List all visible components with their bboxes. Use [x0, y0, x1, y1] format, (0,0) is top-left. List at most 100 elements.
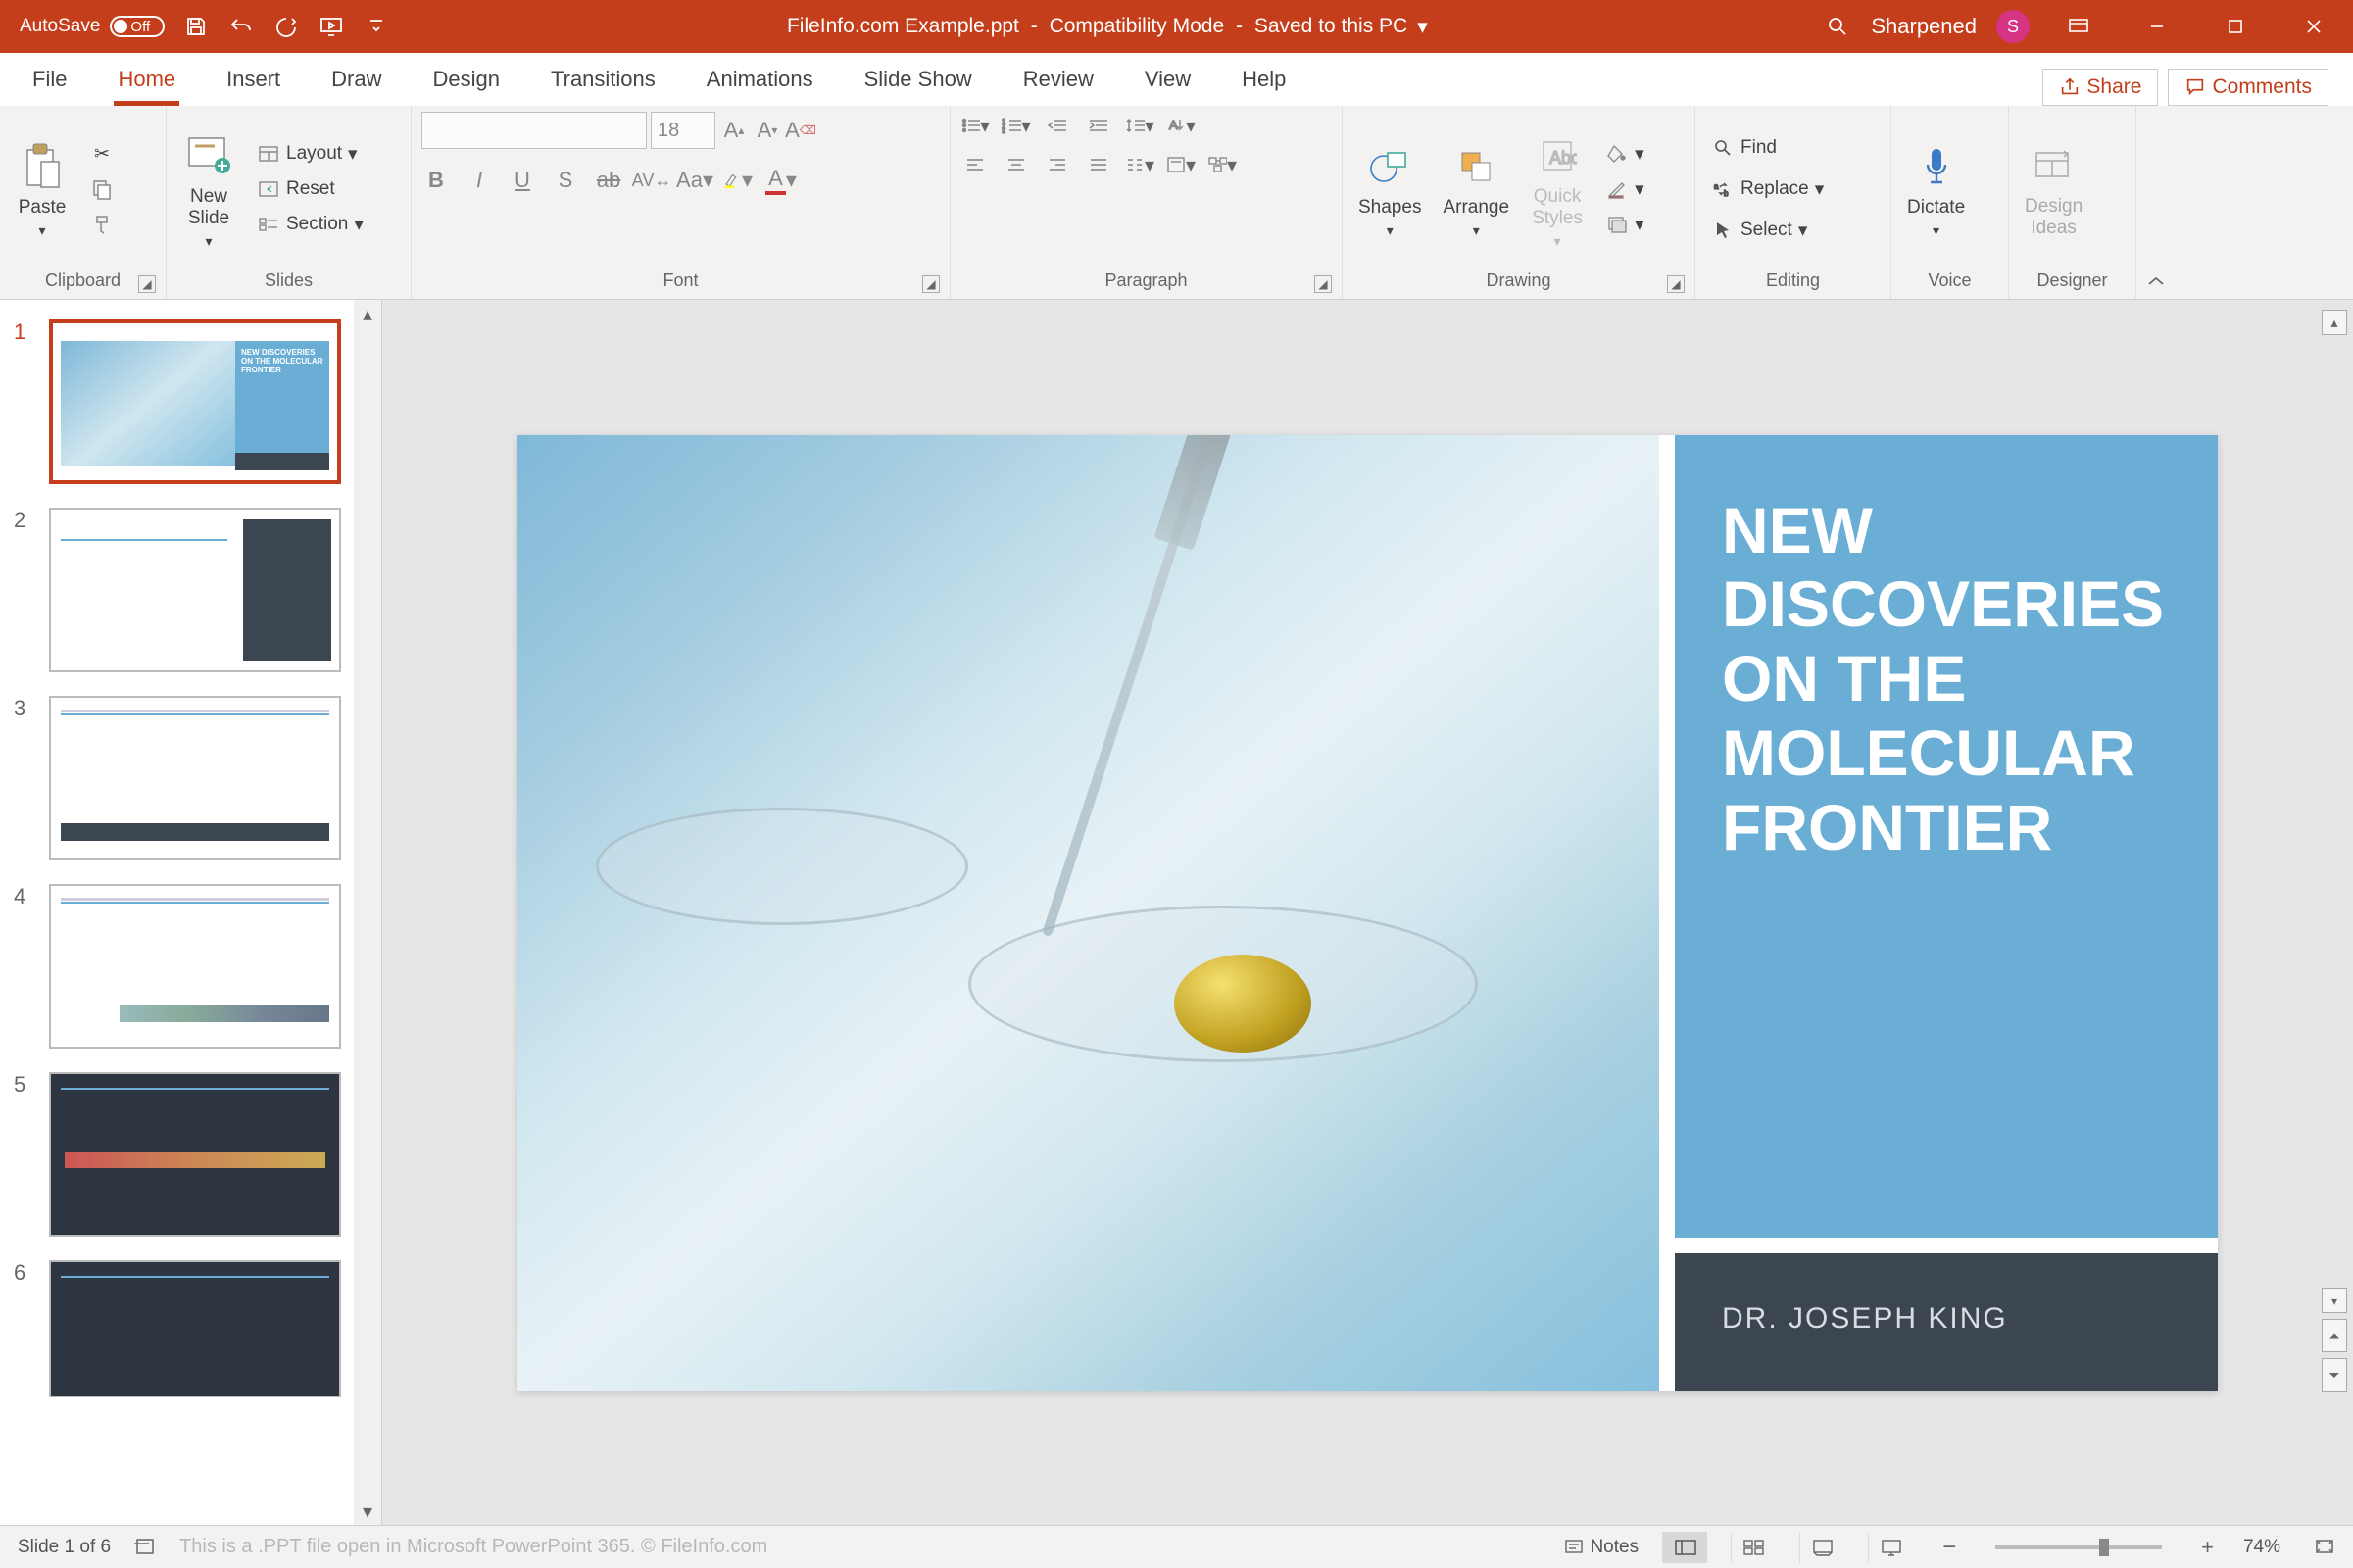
select-button[interactable]: Select ▾: [1705, 215, 1830, 246]
next-slide-icon[interactable]: ⏷: [2322, 1358, 2347, 1392]
user-avatar[interactable]: S: [1996, 10, 2030, 43]
font-launcher[interactable]: ◢: [922, 275, 940, 293]
decrease-font-icon[interactable]: A▾: [753, 117, 782, 144]
search-icon[interactable]: [1824, 13, 1851, 40]
tab-slideshow[interactable]: Slide Show: [857, 55, 980, 106]
zoom-out-button[interactable]: −: [1936, 1534, 1962, 1561]
shape-outline-button[interactable]: ▾: [1599, 173, 1650, 205]
tab-view[interactable]: View: [1137, 55, 1199, 106]
align-text-button[interactable]: ▾: [1166, 151, 1196, 178]
title-dropdown-icon[interactable]: ▾: [1417, 15, 1428, 39]
slide-thumbnail-4[interactable]: [49, 884, 341, 1049]
tab-draw[interactable]: Draw: [323, 55, 389, 106]
replace-button[interactable]: abReplace ▾: [1705, 173, 1830, 205]
columns-button[interactable]: ▾: [1125, 151, 1154, 178]
zoom-level[interactable]: 74%: [2243, 1537, 2280, 1558]
underline-button[interactable]: U: [508, 167, 537, 194]
slideshow-view-icon[interactable]: [1868, 1532, 1913, 1563]
slide-canvas[interactable]: NEW DISCOVERIES ON THE MOLECULAR FRONTIE…: [517, 435, 2218, 1391]
prev-slide-icon[interactable]: ⏶: [2322, 1319, 2347, 1352]
cut-button[interactable]: ✂: [84, 138, 120, 170]
autosave-toggle[interactable]: AutoSave Off: [20, 16, 165, 37]
dictate-button[interactable]: Dictate▾: [1901, 136, 1971, 243]
tab-transitions[interactable]: Transitions: [543, 55, 663, 106]
text-direction-button[interactable]: A▾: [1166, 112, 1196, 139]
slide-sorter-view-icon[interactable]: [1731, 1532, 1776, 1563]
slide-thumbnail-3[interactable]: [49, 696, 341, 860]
qat-customize-icon[interactable]: [363, 13, 390, 40]
thumbnails-scrollbar[interactable]: ▴▾: [354, 300, 381, 1525]
paragraph-launcher[interactable]: ◢: [1314, 275, 1332, 293]
format-painter-button[interactable]: [84, 209, 120, 240]
slide-thumbnail-6[interactable]: [49, 1260, 341, 1397]
scroll-down-icon[interactable]: ▾: [2322, 1288, 2347, 1313]
toggle-switch[interactable]: Off: [110, 16, 165, 37]
ribbon-display-icon[interactable]: [2049, 0, 2108, 53]
zoom-slider[interactable]: [1995, 1545, 2162, 1549]
highlight-button[interactable]: ▾: [723, 167, 753, 194]
align-center-button[interactable]: [1002, 151, 1031, 178]
line-spacing-button[interactable]: ▾: [1125, 112, 1154, 139]
present-from-beginning-icon[interactable]: [318, 13, 345, 40]
save-icon[interactable]: [182, 13, 210, 40]
comments-button[interactable]: Comments: [2168, 69, 2328, 106]
tab-animations[interactable]: Animations: [699, 55, 821, 106]
reset-button[interactable]: Reset: [251, 173, 369, 205]
close-button[interactable]: [2284, 0, 2343, 53]
character-spacing-button[interactable]: AV↔: [637, 167, 666, 194]
redo-icon[interactable]: [272, 13, 300, 40]
accessibility-icon[interactable]: [134, 1537, 156, 1558]
increase-indent-button[interactable]: [1084, 112, 1113, 139]
paste-button[interactable]: Paste▾: [10, 136, 74, 243]
slide-title[interactable]: NEW DISCOVERIES ON THE MOLECULAR FRONTIE…: [1675, 435, 2218, 1238]
share-button[interactable]: Share: [2042, 69, 2158, 106]
drawing-launcher[interactable]: ◢: [1667, 275, 1685, 293]
slide-thumbnail-5[interactable]: [49, 1072, 341, 1237]
shadow-button[interactable]: S: [551, 167, 580, 194]
change-case-button[interactable]: Aa▾: [680, 167, 710, 194]
find-button[interactable]: Find: [1705, 132, 1830, 164]
align-left-button[interactable]: [960, 151, 990, 178]
maximize-button[interactable]: [2206, 0, 2265, 53]
reading-view-icon[interactable]: [1799, 1532, 1844, 1563]
tab-design[interactable]: Design: [425, 55, 508, 106]
increase-font-icon[interactable]: A▴: [719, 117, 749, 144]
design-ideas-button[interactable]: Design Ideas: [2019, 135, 2088, 243]
slide-counter[interactable]: Slide 1 of 6: [18, 1537, 111, 1558]
slide-editor[interactable]: NEW DISCOVERIES ON THE MOLECULAR FRONTIE…: [382, 300, 2353, 1525]
clipboard-launcher[interactable]: ◢: [138, 275, 156, 293]
editor-scrollbar[interactable]: ▴ ▾ ⏶ ⏷: [2322, 310, 2347, 1392]
font-family-combo[interactable]: [421, 112, 647, 149]
normal-view-icon[interactable]: [1662, 1532, 1707, 1563]
justify-button[interactable]: [1084, 151, 1113, 178]
notes-button[interactable]: Notes: [1564, 1537, 1639, 1558]
strikethrough-button[interactable]: ab: [594, 167, 623, 194]
quick-styles-button[interactable]: AbcQuick Styles▾: [1525, 125, 1590, 254]
scroll-up-icon[interactable]: ▴: [2322, 310, 2347, 335]
copy-button[interactable]: [84, 173, 120, 205]
ribbon-collapse-icon[interactable]: [2136, 106, 2176, 299]
undo-icon[interactable]: [227, 13, 255, 40]
section-button[interactable]: Section ▾: [251, 209, 369, 240]
slide-author[interactable]: DR. JOSEPH KING: [1675, 1253, 2218, 1391]
font-size-combo[interactable]: [651, 112, 715, 149]
tab-help[interactable]: Help: [1234, 55, 1294, 106]
shape-effects-button[interactable]: ▾: [1599, 209, 1650, 240]
tab-review[interactable]: Review: [1015, 55, 1102, 106]
align-right-button[interactable]: [1043, 151, 1072, 178]
tab-home[interactable]: Home: [110, 55, 183, 106]
numbering-button[interactable]: 123▾: [1002, 112, 1031, 139]
shape-fill-button[interactable]: ▾: [1599, 138, 1650, 170]
shapes-button[interactable]: Shapes▾: [1352, 136, 1427, 243]
zoom-in-button[interactable]: +: [2195, 1535, 2220, 1560]
slide-thumbnail-1[interactable]: NEW DISCOVERIES ON THE MOLECULAR FRONTIE…: [49, 319, 341, 484]
tab-file[interactable]: File: [25, 55, 74, 106]
smartart-button[interactable]: ▾: [1207, 151, 1237, 178]
fit-to-window-icon[interactable]: [2304, 1538, 2335, 1557]
italic-button[interactable]: I: [465, 167, 494, 194]
new-slide-button[interactable]: New Slide▾: [176, 125, 241, 254]
clear-formatting-icon[interactable]: A⌫: [786, 117, 815, 144]
font-color-button[interactable]: A▾: [766, 167, 796, 194]
layout-button[interactable]: Layout ▾: [251, 138, 369, 170]
slide-thumbnail-2[interactable]: [49, 508, 341, 672]
